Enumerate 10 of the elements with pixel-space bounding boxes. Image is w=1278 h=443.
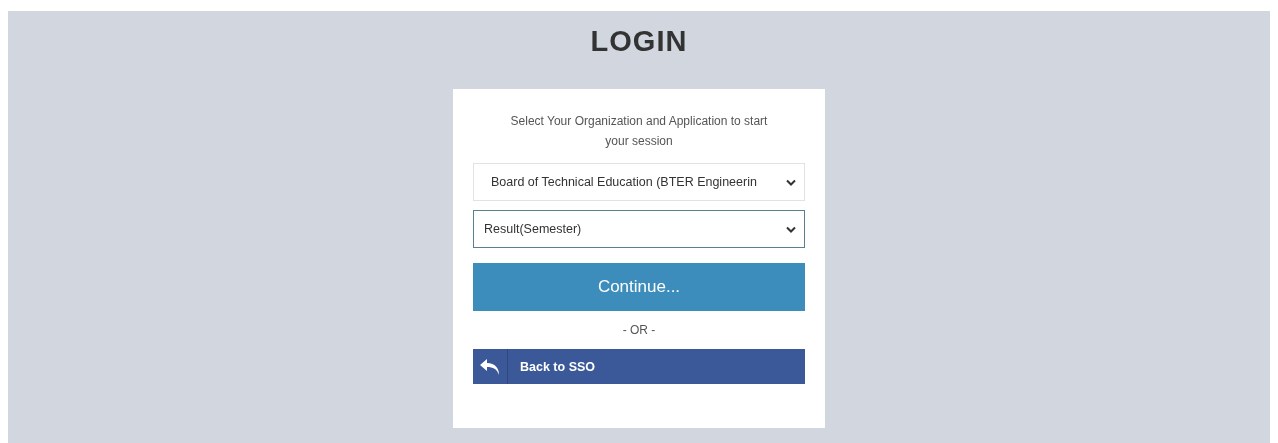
reply-arrow-icon: [479, 357, 501, 376]
dropdown-field[interactable]: Board of Technical Education (BTER Engineerin: [473, 163, 805, 201]
page-title: LOGIN: [590, 24, 688, 59]
instruction-text: Select Your Organization and Application to start your session: [509, 113, 769, 150]
chevron-down-icon: [786, 225, 796, 233]
dropdown-field[interactable]: Result(Semester): [473, 210, 805, 248]
back-button[interactable]: Back to SSO: [473, 349, 805, 384]
chevron-down-icon: [786, 178, 796, 186]
separator-text: - OR -: [621, 323, 657, 337]
continue-button[interactable]: Continue...: [473, 263, 805, 311]
